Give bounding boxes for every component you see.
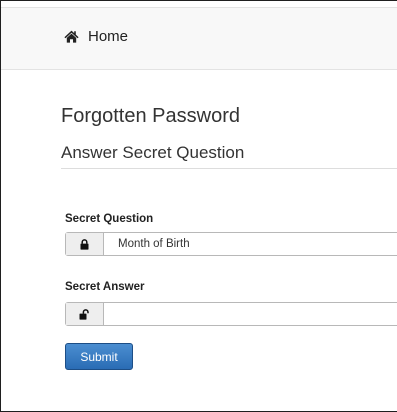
page-subtitle: Answer Secret Question — [61, 143, 245, 162]
submit-button[interactable]: Submit — [65, 343, 133, 370]
lock-icon — [66, 233, 104, 255]
secret-question-value: Month of Birth — [118, 238, 190, 250]
secret-answer-label: Secret Answer — [65, 281, 145, 293]
page-title: Forgotten Password — [61, 105, 240, 127]
home-link[interactable]: Home — [64, 28, 128, 45]
secret-answer-input[interactable] — [104, 303, 397, 325]
home-icon — [64, 30, 88, 43]
unlock-icon — [66, 303, 104, 325]
home-label: Home — [88, 28, 129, 45]
page-frame: Home Forgotten Password Answer Secret Qu… — [0, 0, 397, 412]
navbar: Home — [1, 7, 397, 70]
secret-question-label: Secret Question — [65, 213, 154, 225]
secret-question-field: Month of Birth — [65, 232, 397, 256]
secret-answer-field — [65, 302, 397, 326]
title-divider — [61, 168, 397, 169]
